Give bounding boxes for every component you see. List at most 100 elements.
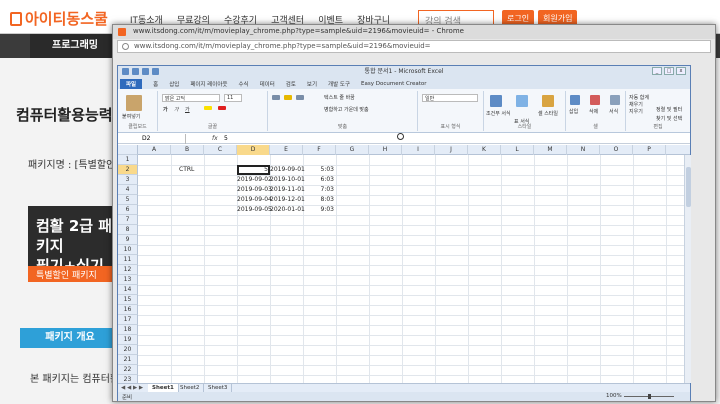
redo-icon[interactable] [152,68,159,75]
paste-icon[interactable] [126,95,142,111]
cell-f3[interactable]: 6:03 [303,175,336,185]
row-header[interactable]: 8 [118,225,138,235]
cell-d5[interactable]: 2019-09-04 [237,195,272,205]
row-header[interactable]: 1 [118,155,138,165]
cell-d3[interactable]: 2019-09-02 [237,175,272,185]
select-all-corner[interactable] [118,145,138,155]
font-name-select[interactable]: 맑은 고딕 [162,94,220,102]
cell-f5[interactable]: 8:03 [303,195,336,205]
row-header[interactable]: 16 [118,305,138,315]
fill-button[interactable]: 채우기 [629,101,643,108]
format-button[interactable]: 서식 [609,108,618,115]
row-header[interactable]: 13 [118,275,138,285]
address-bar[interactable]: www.itsdong.com/it/m/movieplay_chrome.ph… [117,40,711,53]
autosum-button[interactable]: 자동 합계 [629,94,649,101]
vertical-scrollbar[interactable] [684,155,691,383]
row-header[interactable]: 4 [118,185,138,195]
bold-icon[interactable]: 가 [163,106,168,113]
column-header[interactable]: A [138,145,171,155]
tab-developer[interactable]: 개발 도구 [328,80,350,88]
row-header[interactable]: 19 [118,335,138,345]
fx-icon[interactable]: fx [212,134,218,144]
clear-button[interactable]: 지우기 [629,108,643,115]
cell-f4[interactable]: 7:03 [303,185,336,195]
align-middle-icon[interactable] [284,95,292,100]
conditional-format-button[interactable]: 조건부 서식 [486,110,511,117]
maximize-icon[interactable]: □ [664,67,674,75]
align-top-icon[interactable] [272,95,280,100]
chrome-titlebar[interactable]: www.itsdong.com/it/m/movieplay_chrome.ph… [113,25,715,39]
menu-item-programming[interactable]: 프로그래밍 [30,34,120,58]
row-header[interactable]: 6 [118,205,138,215]
font-color-icon[interactable] [218,106,226,110]
italic-icon[interactable]: 가 [174,106,179,113]
paste-button[interactable]: 붙여넣기 [122,113,140,120]
package-overview-tab[interactable]: 패키지 개요 [20,328,120,348]
column-header[interactable]: G [336,145,369,155]
scrollbar-thumb[interactable] [686,167,691,207]
tab-easy-document-creator[interactable]: Easy Document Creator [361,81,426,87]
column-header[interactable]: L [501,145,534,155]
row-header[interactable]: 18 [118,325,138,335]
underline-icon[interactable]: 가 [185,106,190,113]
zoom-slider-thumb[interactable] [648,394,651,399]
formula-input[interactable]: 5 [224,134,228,144]
column-header[interactable]: E [270,145,303,155]
conditional-format-icon[interactable] [490,95,502,107]
row-header[interactable]: 23 [118,375,138,383]
row-header[interactable]: 15 [118,295,138,305]
row-header[interactable]: 7 [118,215,138,225]
minimize-icon[interactable]: _ [652,67,662,75]
row-header[interactable]: 20 [118,345,138,355]
insert-button[interactable]: 삽입 [569,108,578,115]
sort-filter-button[interactable]: 정렬 및 필터 [656,106,682,113]
row-header[interactable]: 2 [118,165,138,175]
column-header[interactable]: B [171,145,204,155]
row-header[interactable]: 22 [118,365,138,375]
column-header[interactable]: O [600,145,633,155]
tab-review[interactable]: 검토 [286,80,296,88]
format-cells-icon[interactable] [610,95,620,105]
undo-icon[interactable] [142,68,149,75]
insert-cells-icon[interactable] [570,95,580,105]
table-format-icon[interactable] [516,95,528,107]
cell-b2[interactable]: CTRL [171,165,201,175]
column-header[interactable]: M [534,145,567,155]
site-logo[interactable]: 아이티동스쿨 [10,8,108,29]
save-icon[interactable] [132,68,139,75]
tab-formulas[interactable]: 수식 [238,80,248,88]
tab-page-layout[interactable]: 페이지 레이아웃 [190,80,227,88]
cell-f6[interactable]: 9:03 [303,205,336,215]
column-header[interactable]: D [237,145,270,155]
tab-home[interactable]: 홈 [153,80,158,88]
tab-view[interactable]: 보기 [307,80,317,88]
align-bottom-icon[interactable] [296,95,304,100]
delete-cells-icon[interactable] [590,95,600,105]
info-icon[interactable] [122,43,129,50]
number-format-select[interactable]: 일반 [422,94,478,102]
column-header[interactable]: I [402,145,435,155]
close-icon[interactable]: x [676,67,686,75]
zoom-level[interactable]: 100% [606,393,622,399]
row-header[interactable]: 11 [118,255,138,265]
column-header[interactable]: F [303,145,336,155]
cell-d6[interactable]: 2019-09-05 [237,205,272,215]
row-header[interactable]: 21 [118,355,138,365]
column-header[interactable]: K [468,145,501,155]
name-box[interactable]: D2 [140,134,186,144]
delete-button[interactable]: 삭제 [589,108,598,115]
cell-e5[interactable]: 2019-12-01 [270,195,305,205]
tab-file[interactable]: 파일 [120,78,143,89]
column-header[interactable]: C [204,145,237,155]
row-header[interactable]: 17 [118,315,138,325]
wrap-text-button[interactable]: 텍스트 줄 바꿈 [324,94,355,101]
cell-e3[interactable]: 2019-10-01 [270,175,305,185]
merge-center-button[interactable]: 병합하고 가운데 맞춤 [324,106,369,113]
find-select-button[interactable]: 찾기 및 선택 [656,115,682,122]
worksheet-grid[interactable]: ABCDEFGHIJKLMNOP 1 2 3 4 5 6 7 8 9 10 11 12 13 14 15 16… [118,145,690,383]
font-size-select[interactable]: 11 [224,94,242,102]
column-header[interactable]: H [369,145,402,155]
row-header[interactable]: 5 [118,195,138,205]
row-header[interactable]: 9 [118,235,138,245]
column-header[interactable]: J [435,145,468,155]
